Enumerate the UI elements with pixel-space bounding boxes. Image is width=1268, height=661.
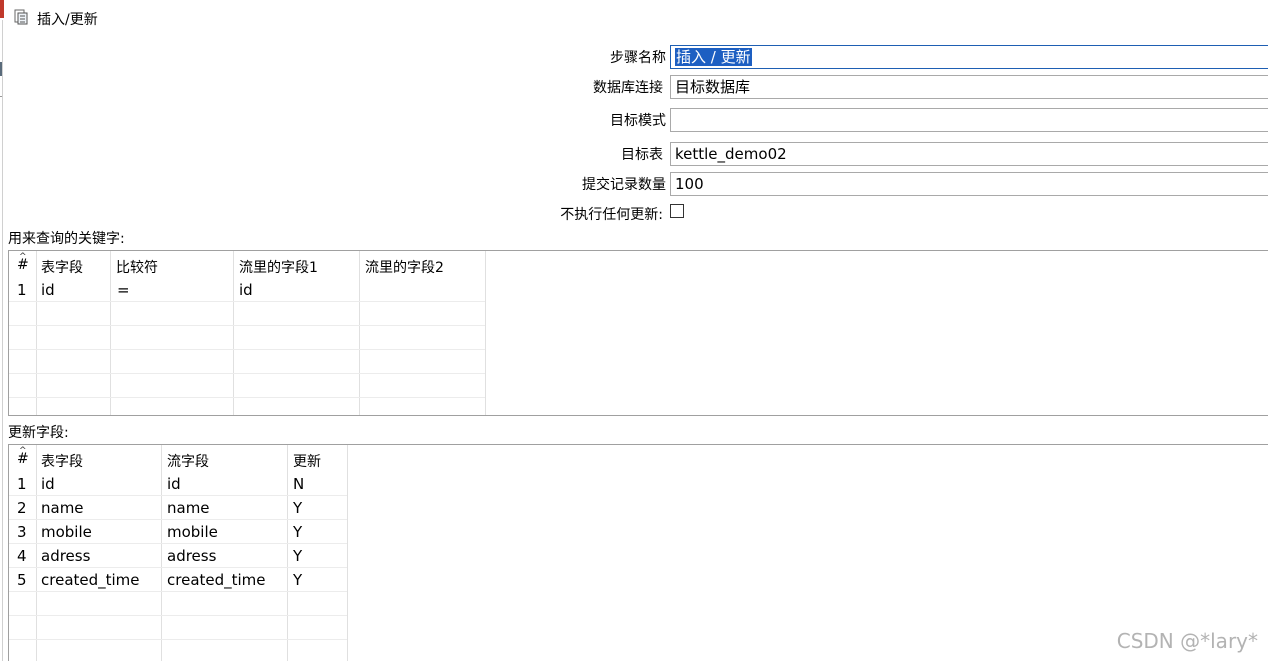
keys-cell-comparator[interactable]: = [117,281,130,299]
no-update-checkbox[interactable] [670,204,684,218]
table-input[interactable]: kettle_demo02 [670,142,1268,166]
updates-cell-update[interactable]: Y [293,499,302,517]
updates-table[interactable]: ^ # 表字段 流字段 更新 1 id id N 2 name name Y 3… [8,444,1268,661]
document-table-icon [14,9,28,25]
keys-header-stream-field1[interactable]: 流里的字段1 [239,257,318,277]
updates-cell-update[interactable]: Y [293,523,302,541]
updates-cell-table-field[interactable]: mobile [41,523,92,541]
updates-row-index: 1 [17,475,27,493]
updates-header-update[interactable]: 更新 [293,451,321,471]
updates-cell-stream-field[interactable]: id [167,475,181,493]
updates-row-index: 3 [17,523,27,541]
updates-cell-table-field[interactable]: created_time [41,571,140,589]
keys-header-index: # [17,257,29,273]
keys-header-stream-field2[interactable]: 流里的字段2 [365,257,444,277]
updates-cell-update[interactable]: Y [293,571,302,589]
keys-cell-table-field[interactable]: id [41,281,55,299]
window-title: 插入/更新 [37,12,98,28]
connection-label: 数据库连接 [593,80,663,96]
watermark: CSDN @*lary* [1116,629,1258,653]
commit-size-input[interactable]: 100 [670,172,1268,196]
schema-label: 目标模式 [610,113,666,129]
keys-section-label: 用来查询的关键字: [8,231,125,247]
updates-cell-update[interactable]: Y [293,547,302,565]
step-name-input[interactable]: 插入 / 更新 [670,45,1268,69]
updates-section-label: 更新字段: [8,425,69,441]
table-label: 目标表 [621,147,663,163]
updates-cell-table-field[interactable]: name [41,499,84,517]
commit-size-label: 提交记录数量 [582,177,666,193]
window-edge [2,20,3,661]
step-name-value: 插入 / 更新 [675,48,752,66]
updates-cell-table-field[interactable]: id [41,475,55,493]
edge-marker [0,0,4,18]
step-name-label: 步骤名称 [610,50,666,66]
schema-input[interactable] [670,108,1268,132]
updates-row-index: 4 [17,547,27,565]
keys-cell-stream-field1[interactable]: id [239,281,253,299]
updates-header-table-field[interactable]: 表字段 [41,451,83,471]
updates-row-index: 2 [17,499,27,517]
updates-cell-stream-field[interactable]: created_time [167,571,266,589]
updates-cell-update[interactable]: N [293,475,304,493]
updates-cell-stream-field[interactable]: mobile [167,523,218,541]
updates-header-index: # [17,451,29,467]
keys-header-table-field[interactable]: 表字段 [41,257,83,277]
no-update-label: 不执行任何更新: [560,207,663,223]
connection-input[interactable]: 目标数据库 [670,75,1268,99]
updates-cell-stream-field[interactable]: name [167,499,210,517]
updates-cell-table-field[interactable]: adress [41,547,90,565]
updates-row-index: 5 [17,571,27,589]
updates-header-stream-field[interactable]: 流字段 [167,451,209,471]
keys-header-comparator[interactable]: 比较符 [116,257,158,277]
updates-cell-stream-field[interactable]: adress [167,547,216,565]
keys-row-index: 1 [17,281,27,299]
keys-table[interactable]: ^ # 表字段 比较符 流里的字段1 流里的字段2 1 id = id [8,250,1268,416]
